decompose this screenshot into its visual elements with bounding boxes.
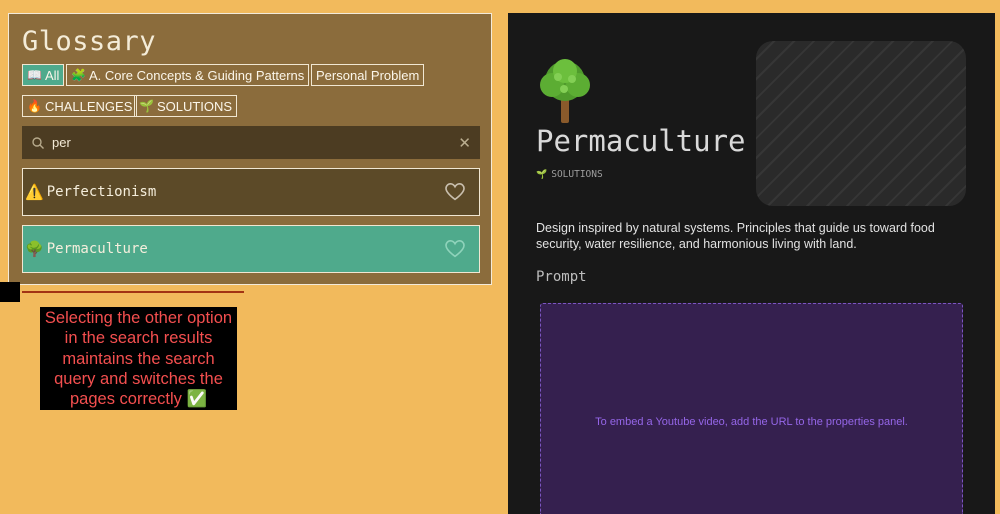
- filter-chip-label: All: [44, 67, 60, 83]
- clear-search-icon[interactable]: ✕: [458, 134, 471, 152]
- video-embed-placeholder[interactable]: To embed a Youtube video, add the URL to…: [540, 303, 963, 514]
- search-icon: [32, 136, 44, 149]
- result-label: Perfectionism: [46, 184, 157, 200]
- annotation-note: Selecting the other option in the search…: [40, 307, 237, 410]
- heart-icon[interactable]: [445, 240, 465, 258]
- detail-panel: Permaculture 🌱 SOLUTIONS Design inspired…: [508, 13, 995, 514]
- page-title: Permaculture: [536, 124, 746, 158]
- search-result-perfectionism[interactable]: ⚠️ Perfectionism: [22, 168, 480, 216]
- prompt-heading: Prompt: [536, 269, 587, 285]
- puzzle-icon: 🧩: [71, 68, 86, 82]
- embed-message: To embed a Youtube video, add the URL to…: [595, 416, 908, 428]
- filter-chip-core-concepts[interactable]: 🧩 A. Core Concepts & Guiding Patterns: [66, 64, 310, 86]
- glossary-panel: Glossary 📖 All 🧩 A. Core Concepts & Guid…: [8, 13, 492, 285]
- description: Design inspired by natural systems. Prin…: [536, 221, 935, 251]
- filter-chip-label: A. Core Concepts & Guiding Patterns: [88, 67, 305, 83]
- heart-icon[interactable]: [445, 183, 465, 201]
- category-tag: 🌱 SOLUTIONS: [536, 169, 603, 180]
- seedling-icon: 🌱: [536, 169, 548, 180]
- annotation-marker: [0, 282, 20, 302]
- filter-chip-solutions[interactable]: 🌱 SOLUTIONS: [134, 95, 238, 117]
- annotation-line: [22, 291, 244, 293]
- search-result-permaculture[interactable]: 🌳 Permaculture: [22, 225, 480, 273]
- filter-chip-label: CHALLENGES: [44, 98, 133, 114]
- result-label: Permaculture: [46, 241, 148, 257]
- search-input[interactable]: [50, 134, 459, 151]
- tree-icon: 🌳: [25, 241, 44, 258]
- filter-chip-challenges[interactable]: 🔥 CHALLENGES: [22, 95, 138, 117]
- search-bar: ✕: [22, 126, 480, 159]
- tree-icon: [540, 59, 590, 123]
- category-tag-label: SOLUTIONS: [551, 169, 603, 180]
- fire-icon: 🔥: [27, 99, 42, 113]
- book-icon: 📖: [27, 68, 42, 82]
- glossary-title: Glossary: [22, 26, 157, 57]
- cover-image-placeholder[interactable]: [756, 41, 966, 206]
- filter-chip-label: SOLUTIONS: [156, 98, 233, 114]
- filter-chip-label: Personal Problem: [316, 67, 420, 83]
- filter-chip-personal-problem[interactable]: Personal Problem: [311, 64, 425, 86]
- filter-chip-all[interactable]: 📖 All: [22, 64, 65, 86]
- seedling-icon: 🌱: [139, 99, 154, 113]
- warning-icon: ⚠️: [25, 184, 44, 201]
